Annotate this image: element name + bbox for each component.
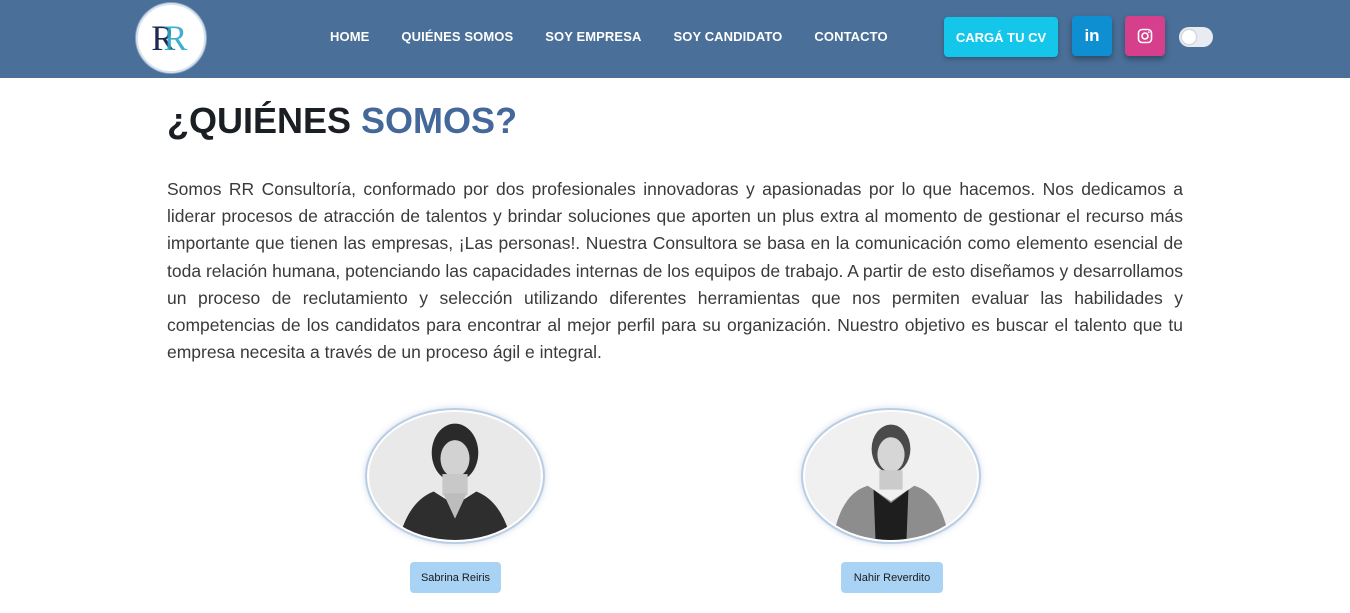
about-paragraph: Somos RR Consultoría, conformado por dos… xyxy=(167,179,1183,363)
linkedin-icon: in xyxy=(1084,26,1100,45)
member-portrait xyxy=(369,412,541,540)
member-portrait xyxy=(805,412,977,540)
nav-quienes-somos[interactable]: QUIÉNES SOMOS xyxy=(401,29,513,44)
rr-logo[interactable]: R R xyxy=(136,3,206,73)
upload-cv-button[interactable]: CARGÁ TU CV xyxy=(944,17,1058,57)
navbar: R R HOME QUIÉNES SOMOS SOY EMPRESA SOY C… xyxy=(0,0,1350,78)
theme-toggle[interactable] xyxy=(1179,27,1213,47)
nav-contacto[interactable]: CONTACTO xyxy=(814,29,887,44)
nav-home[interactable]: HOME xyxy=(330,29,369,44)
toggle-knob xyxy=(1182,30,1196,44)
svg-text:R: R xyxy=(163,18,187,58)
nav-soy-empresa[interactable]: SOY EMPRESA xyxy=(545,29,641,44)
title-main: ¿QUIÉNES xyxy=(167,100,352,141)
rr-logo-mark: R R xyxy=(151,18,187,58)
linkedin-button[interactable]: in xyxy=(1072,16,1112,56)
title-accent: SOMOS? xyxy=(361,100,518,141)
instagram-button[interactable] xyxy=(1125,16,1165,56)
nav-soy-candidato[interactable]: SOY CANDIDATO xyxy=(673,29,782,44)
instagram-icon xyxy=(1137,28,1153,44)
member-photo xyxy=(367,410,543,542)
main-nav: HOME QUIÉNES SOMOS SOY EMPRESA SOY CANDI… xyxy=(330,29,920,44)
member-name-badge: Sabrina Reiris xyxy=(410,562,501,593)
member-name-badge: Nahir Reverdito xyxy=(841,562,943,593)
page-title: ¿QUIÉNES SOMOS? xyxy=(167,100,517,142)
member-photo xyxy=(803,410,979,542)
team-member-card: Nahir Reverdito xyxy=(803,410,981,593)
team-member-card: Sabrina Reiris xyxy=(367,410,545,593)
